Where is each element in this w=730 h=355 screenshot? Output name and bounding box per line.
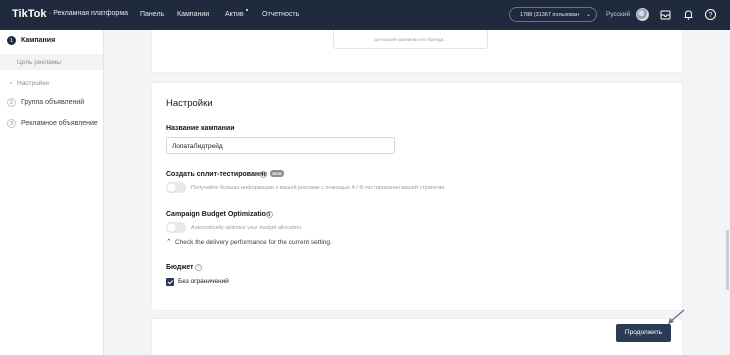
toggle-knob (167, 183, 176, 192)
substep-label: Цель рекламы (17, 59, 61, 66)
substep-dot (10, 82, 12, 84)
account-name: 1788 (31367 пользован (520, 12, 579, 18)
cbo-toggle[interactable] (166, 222, 186, 233)
info-icon[interactable]: i (260, 171, 267, 178)
new-badge: NEW (270, 170, 284, 177)
split-test-label: Создать сплит-тестирование (166, 171, 268, 178)
chevrons-up-icon[interactable]: ⌃ (166, 238, 172, 246)
scrollbar[interactable] (725, 30, 730, 355)
footer-action-bar (151, 318, 683, 355)
step-number: 1 (7, 36, 16, 45)
language-selector[interactable]: Русский (606, 11, 630, 18)
substep-settings[interactable]: Настройки (0, 75, 103, 91)
section-title: Настройки (166, 98, 213, 109)
inbox-icon[interactable] (659, 8, 672, 21)
split-test-hint: Получайте больше информации о вашей рекл… (191, 185, 446, 191)
step-number: 2 (7, 98, 16, 107)
substep-ad-objective[interactable]: Цель рекламы (0, 54, 103, 70)
platform-name: · Рекламная платформа (49, 10, 129, 17)
bell-icon[interactable] (682, 8, 695, 21)
toggle-knob (167, 223, 176, 232)
nav-assets[interactable]: Актив (225, 9, 248, 18)
help-icon[interactable]: ? (704, 8, 717, 21)
step-ad-group[interactable]: 2 Группа объявлений (7, 98, 84, 107)
pointer-arrow-icon (668, 309, 685, 324)
step-campaign[interactable]: 1 Кампания (7, 36, 55, 45)
step-label: Рекламное объявление (21, 120, 98, 127)
step-label: Кампания (21, 37, 56, 44)
split-test-toggle[interactable] (166, 182, 186, 193)
nav-campaigns[interactable]: Кампании (177, 11, 209, 18)
cbo-hint: Automatically optimize your budget alloc… (191, 225, 303, 231)
objective-option-box[interactable]: для вашей компании или бренда... (333, 30, 488, 49)
account-selector[interactable]: 1788 (31367 пользован ⌄ (509, 7, 597, 22)
delivery-note[interactable]: Check the delivery performance for the c… (175, 239, 332, 246)
continue-button[interactable]: Продолжить (616, 324, 671, 342)
campaign-name-label: Название кампании (166, 125, 235, 132)
unlimited-budget-checkbox[interactable] (166, 278, 174, 286)
budget-label: Бюджет (166, 264, 194, 271)
nav-dashboard[interactable]: Панель (140, 11, 164, 18)
top-navigation-bar: TikTok · Рекламная платформа Панель Камп… (0, 0, 730, 30)
avatar[interactable] (636, 8, 649, 21)
unlimited-budget-label[interactable]: Без ограничений (178, 278, 229, 285)
cbo-label: Campaign Budget Optimization (166, 211, 271, 218)
campaign-steps-sidebar: 1 Кампания Цель рекламы Настройки 2 Груп… (0, 30, 104, 355)
substep-label: Настройки (17, 80, 49, 87)
step-ad[interactable]: 3 Рекламное объявление (7, 119, 98, 128)
settings-card (151, 82, 683, 311)
info-icon[interactable]: i (195, 264, 202, 271)
scrollbar-thumb[interactable] (726, 230, 729, 290)
svg-text:?: ? (709, 12, 713, 19)
step-number: 3 (7, 119, 16, 128)
chevron-down-icon: ⌄ (585, 12, 591, 18)
objective-description: для вашей компании или бренда... (374, 37, 447, 42)
tiktok-logo[interactable]: TikTok (12, 8, 46, 20)
info-icon[interactable]: i (266, 211, 273, 218)
nav-reporting[interactable]: Отчетность (262, 11, 299, 18)
campaign-name-input[interactable]: ЛопатаЛидтрейд (166, 137, 395, 154)
step-label: Группа объявлений (21, 99, 85, 106)
